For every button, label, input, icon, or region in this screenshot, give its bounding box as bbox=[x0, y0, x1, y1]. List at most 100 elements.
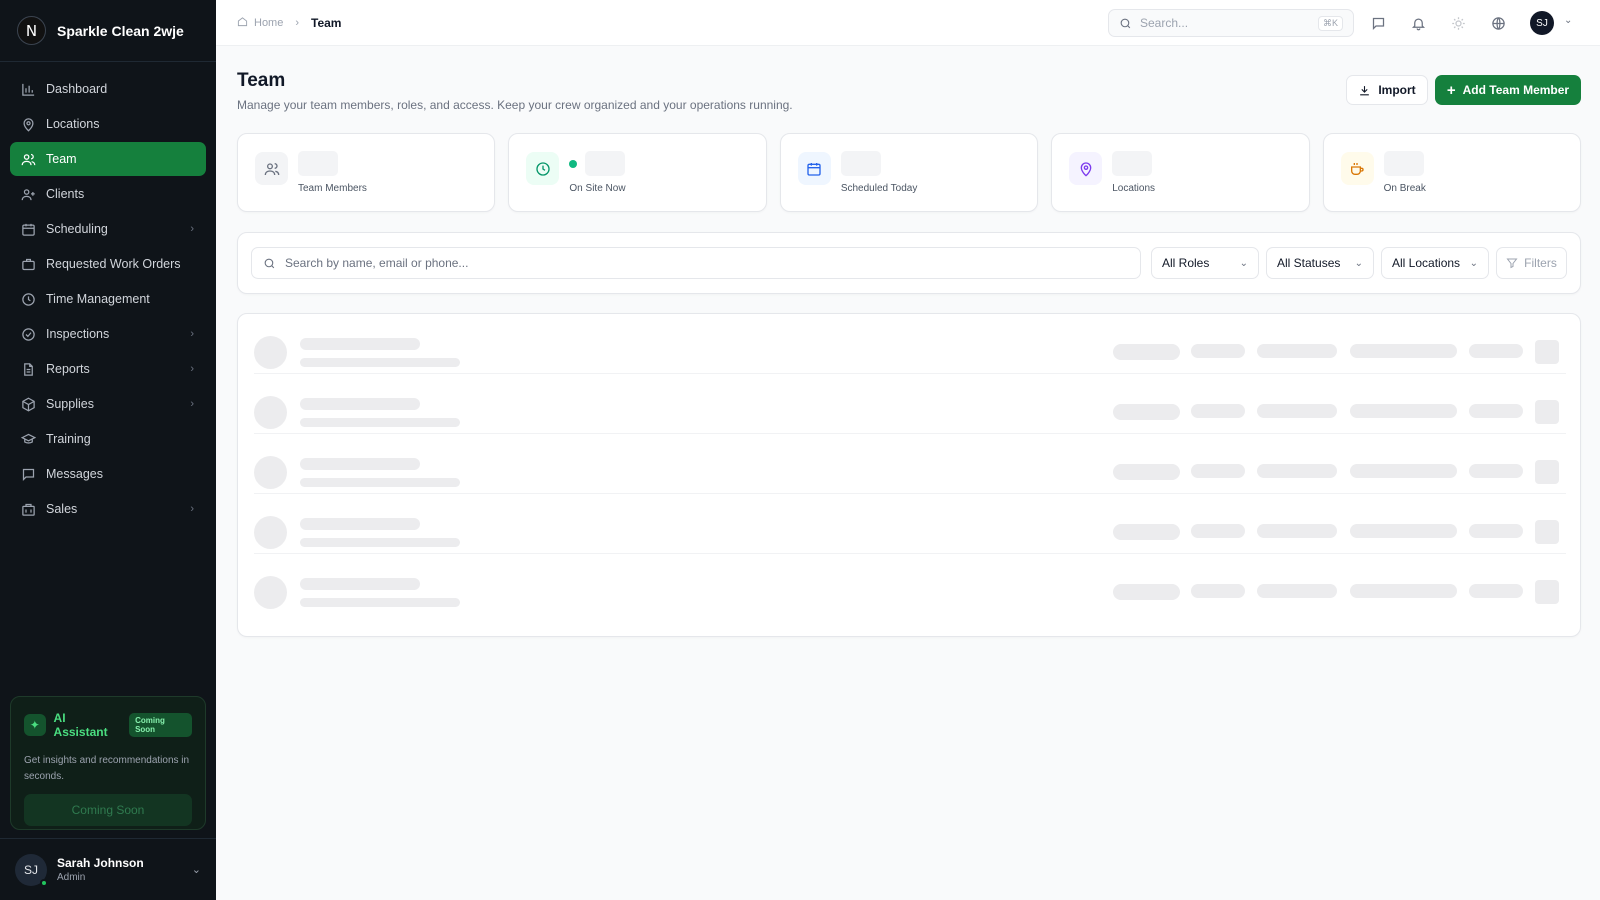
chevron-right-icon: › bbox=[190, 503, 194, 515]
filters-button[interactable]: Filters bbox=[1496, 247, 1567, 279]
locations-select-value: All Locations bbox=[1392, 256, 1461, 270]
main-content: Team Manage your team members, roles, an… bbox=[216, 46, 1600, 900]
skeleton-avatar bbox=[254, 396, 287, 429]
sidebar-item-inspections[interactable]: Inspections › bbox=[10, 317, 206, 351]
sidebar-item-locations[interactable]: Locations bbox=[10, 107, 206, 141]
filter-icon bbox=[1506, 257, 1518, 269]
team-search-input[interactable]: Search by name, email or phone... bbox=[251, 247, 1141, 279]
page-title: Team bbox=[237, 70, 286, 91]
breadcrumb-home[interactable]: Home bbox=[254, 17, 283, 29]
sidebar-item-reports[interactable]: Reports › bbox=[10, 352, 206, 386]
sidebar-item-scheduling[interactable]: Scheduling › bbox=[10, 212, 206, 246]
bar-chart-icon bbox=[20, 81, 36, 97]
sidebar-item-team[interactable]: Team bbox=[10, 142, 206, 176]
chat-icon[interactable] bbox=[1368, 13, 1388, 33]
roles-select[interactable]: All Roles ⌄ bbox=[1151, 247, 1259, 279]
skeleton-line bbox=[300, 518, 420, 530]
plus-icon: + bbox=[1446, 81, 1456, 99]
coming-soon-badge: Coming Soon bbox=[129, 713, 192, 737]
stat-card-locations: Locations bbox=[1051, 133, 1310, 212]
sidebar-item-label: Team bbox=[46, 152, 77, 166]
skeleton-cell bbox=[1191, 464, 1245, 478]
search-icon bbox=[1119, 17, 1132, 30]
sidebar-item-requested-work-orders[interactable]: Requested Work Orders bbox=[10, 247, 206, 281]
file-text-icon bbox=[20, 361, 36, 377]
import-button[interactable]: Import bbox=[1346, 75, 1428, 105]
sidebar-item-label: Requested Work Orders bbox=[46, 257, 181, 271]
brand[interactable]: N Sparkle Clean 2wje bbox=[0, 0, 216, 62]
stat-label: Scheduled Today bbox=[840, 183, 918, 194]
calendar-icon bbox=[20, 221, 36, 237]
live-status-dot bbox=[569, 160, 578, 168]
map-pin-icon bbox=[1069, 152, 1103, 185]
message-square-icon bbox=[20, 466, 36, 482]
map-pin-icon bbox=[20, 116, 36, 132]
skeleton-cell bbox=[1469, 584, 1523, 598]
sun-icon[interactable] bbox=[1448, 13, 1468, 33]
stat-value-placeholder bbox=[298, 151, 338, 176]
sidebar-item-label: Supplies bbox=[46, 397, 94, 411]
skeleton-cell bbox=[1191, 584, 1245, 598]
user-profile[interactable]: SJ Sarah Johnson Admin ⌄ bbox=[0, 838, 216, 900]
user-avatar-button[interactable]: SJ bbox=[1530, 11, 1554, 35]
locations-select[interactable]: All Locations ⌄ bbox=[1381, 247, 1489, 279]
skeleton-cell bbox=[1469, 344, 1523, 358]
skeleton-cell bbox=[1350, 584, 1457, 598]
stat-card-scheduled-today: Scheduled Today bbox=[779, 133, 1039, 212]
avatar-initials: SJ bbox=[23, 862, 38, 877]
sidebar-item-label: Training bbox=[46, 432, 91, 446]
skeleton-avatar bbox=[254, 336, 287, 369]
statuses-select-value: All Statuses bbox=[1277, 256, 1341, 270]
page-subtitle: Manage your team members, roles, and acc… bbox=[237, 98, 793, 112]
table-row-skeleton bbox=[254, 314, 1566, 374]
skeleton-cell bbox=[1469, 404, 1523, 418]
skeleton-action bbox=[1535, 580, 1559, 604]
skeleton-cell bbox=[1350, 344, 1457, 358]
briefcase-icon bbox=[20, 256, 36, 272]
check-circle-icon bbox=[20, 326, 36, 342]
skeleton-cell bbox=[1257, 584, 1337, 598]
search-icon bbox=[263, 257, 276, 270]
sidebar-item-dashboard[interactable]: Dashboard bbox=[10, 72, 206, 106]
skeleton-cell bbox=[1113, 464, 1180, 480]
skeleton-line bbox=[300, 578, 420, 590]
sidebar-item-clients[interactable]: Clients bbox=[10, 177, 206, 211]
stat-value-placeholder bbox=[1112, 151, 1153, 176]
stat-label: Team Members bbox=[298, 183, 367, 194]
skeleton-cell bbox=[1113, 524, 1180, 540]
statuses-select[interactable]: All Statuses ⌄ bbox=[1266, 247, 1374, 279]
sidebar-item-messages[interactable]: Messages bbox=[10, 457, 206, 491]
chevron-right-icon: › bbox=[190, 363, 194, 375]
sidebar-item-label: Clients bbox=[46, 187, 85, 201]
clock-icon bbox=[20, 291, 36, 307]
package-icon bbox=[20, 396, 36, 412]
sidebar-item-supplies[interactable]: Supplies › bbox=[10, 387, 206, 421]
sidebar-item-sales[interactable]: Sales › bbox=[10, 492, 206, 526]
topbar: Home › Team Search... ⌘K SJ ⌄ bbox=[216, 0, 1600, 46]
avatar: SJ bbox=[15, 853, 48, 887]
user-plus-icon bbox=[20, 186, 36, 202]
bell-icon[interactable] bbox=[1408, 13, 1428, 33]
graduation-cap-icon bbox=[20, 431, 36, 447]
chevron-down-icon[interactable]: ⌄ bbox=[1564, 15, 1572, 26]
table-row-skeleton bbox=[254, 494, 1566, 554]
sparkles-icon: ✦ bbox=[24, 714, 46, 736]
calendar-icon bbox=[797, 152, 831, 185]
sidebar: N Sparkle Clean 2wje Dashboard Locations… bbox=[0, 0, 216, 900]
home-icon bbox=[237, 16, 248, 30]
skeleton-line bbox=[300, 338, 420, 350]
sidebar-item-time-management[interactable]: Time Management bbox=[10, 282, 206, 316]
globe-icon[interactable] bbox=[1488, 13, 1508, 33]
global-search-input[interactable]: Search... ⌘K bbox=[1108, 9, 1354, 37]
breadcrumb: Home › Team bbox=[237, 16, 341, 30]
ai-coming-soon-button[interactable]: Coming Soon bbox=[24, 794, 192, 826]
sidebar-item-training[interactable]: Training bbox=[10, 422, 206, 456]
skeleton-line bbox=[300, 398, 420, 410]
search-shortcut: ⌘K bbox=[1317, 15, 1343, 31]
skeleton-cell bbox=[1350, 404, 1457, 418]
add-team-member-button[interactable]: + Add Team Member bbox=[1435, 75, 1581, 105]
skeleton-cell bbox=[1113, 404, 1180, 420]
skeleton-line bbox=[300, 538, 460, 547]
chevron-down-icon[interactable]: ⌄ bbox=[192, 863, 201, 876]
chevron-down-icon: ⌄ bbox=[1239, 257, 1248, 269]
